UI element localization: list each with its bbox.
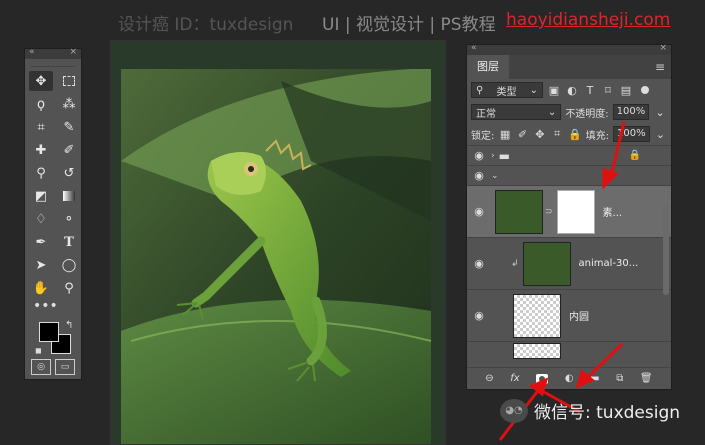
wechat-id-text: 微信号: tuxdesign [534, 403, 681, 423]
wechat-watermark: ◕◔ 微信号: tuxdesign [500, 398, 680, 423]
annotation-arrows [498, 121, 626, 441]
wechat-icon: ◕◔ [500, 398, 528, 423]
